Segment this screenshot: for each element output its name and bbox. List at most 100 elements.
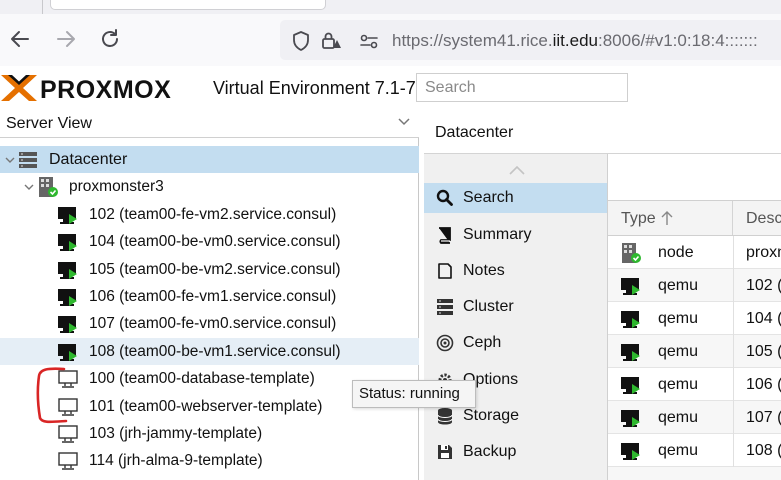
nav-item-search[interactable]: Search [424,183,607,213]
tree-item-label: 108 (team00-be-vm1.service.consul) [89,342,341,360]
vm-running-icon [621,443,640,460]
search-input[interactable] [416,73,628,102]
tree-item-vm[interactable]: 104 (team00-be-vm0.service.consul) [0,228,419,255]
column-divider [733,302,734,335]
vm-running-icon [58,289,77,306]
grid-cell-type: qemu [658,310,699,327]
nav-item-backup[interactable]: Backup [424,437,607,467]
vm-running-icon [621,344,640,361]
browser-tab[interactable] [50,0,326,10]
nav-item-label: Ceph [463,334,502,351]
grid-row[interactable]: qemu 102 ( [608,269,781,302]
grid-row[interactable]: qemu 108 ( [608,434,781,467]
search-icon [436,189,453,206]
browser-window: https://system41.rice.iit.edu:8006/#v1:0… [0,0,781,480]
grid-cell-description: 105 ( [746,343,781,360]
vm-running-icon [58,261,77,279]
grid-cell-type: qemu [658,343,699,360]
vm-running-icon [621,410,640,427]
grid-cell-description: 104 ( [746,310,781,327]
tree-item-vm[interactable]: 107 (team00-fe-vm0.service.consul) [0,310,419,337]
collapse-icon[interactable] [23,181,35,193]
view-selector[interactable]: Server View [0,110,419,138]
tree-item-label: 101 (team00-webserver-template) [89,397,323,415]
grid-cell-type: qemu [658,442,699,459]
view-selector-label: Server View [6,115,92,132]
grid-toolbar [608,154,781,200]
lock-warning-icon[interactable] [320,30,342,52]
floppy-icon [438,445,452,459]
tree-item-label: 106 (team00-fe-vm1.service.consul) [89,288,337,305]
collapse-icon[interactable] [4,154,16,166]
grid-row[interactable]: node proxm [608,236,781,269]
nav-item-notes[interactable]: Notes [424,256,607,286]
tree-item-label: proxmonster3 [69,178,164,196]
column-divider [733,368,734,401]
grid-cell-type: qemu [658,376,699,393]
arrow-right-icon [57,31,75,47]
grid-header: Type Desc [608,200,781,236]
node-online-icon [39,177,58,198]
reload-icon [102,29,118,47]
tree-item-label: 104 (team00-be-vm0.service.consul) [89,233,341,251]
nav-item-label: Summary [463,226,532,243]
grid-row[interactable]: qemu 107 ( [608,401,781,434]
tree-item-vm[interactable]: 102 (team00-fe-vm2.service.consul) [0,201,419,228]
scroll-up-icon[interactable] [508,164,526,176]
column-divider [733,335,734,368]
forward-button[interactable] [54,26,78,52]
url-suffix: :8006/#v1:0:18:4::::::: [598,31,758,50]
grid-cell-description: proxm [746,244,781,261]
grid-cell-description: 102 ( [746,277,781,294]
tree-item-label: 105 (team00-be-vm2.service.consul) [89,260,341,278]
content-title: Datacenter [435,124,514,141]
tree-item-label: 103 (jrh-jammy-template) [89,425,263,442]
nav-item-cluster[interactable]: Cluster [424,292,607,322]
nav-item-label: Cluster [463,298,514,315]
column-divider [733,236,734,269]
tree-item-node[interactable]: proxmonster3 [0,173,419,200]
datacenter-nav: Search Summary Notes Cluster Ceph Option… [424,154,607,480]
grid-row[interactable]: qemu 106 ( [608,368,781,401]
resource-tree-panel: Server View Datacenter proxmonster3 102 … [0,110,419,480]
tree-item-datacenter[interactable]: Datacenter [0,146,419,174]
grid-cell-type: node [658,244,694,261]
permissions-icon[interactable] [358,30,380,52]
arrow-left-icon [11,31,29,47]
status-tooltip: Status: running [352,380,476,408]
search-results-grid: Type Desc node proxm qemu 102 ( qemu 104… [607,154,781,480]
vm-running-icon [58,206,77,224]
tree-item-vm[interactable]: 106 (team00-fe-vm1.service.consul) [0,283,419,310]
nav-item-summary[interactable]: Summary [424,220,607,250]
column-divider [733,401,734,434]
tree-item-vm[interactable]: 105 (team00-be-vm2.service.consul) [0,256,419,283]
column-header-description[interactable]: Desc [734,201,781,235]
vm-template-icon [58,370,78,388]
tree-item-template[interactable]: 103 (jrh-jammy-template) [0,420,419,447]
nav-item-label: Storage [463,407,520,424]
url-text[interactable]: https://system41.rice.iit.edu:8006/#v1:0… [392,30,758,52]
grid-row[interactable]: qemu 105 ( [608,335,781,368]
reload-button[interactable] [98,26,122,52]
proxmox-x-mark-icon [1,75,37,101]
shield-icon[interactable] [290,30,312,52]
proxmox-logo[interactable]: PROXMOX [0,72,210,104]
browser-tab-strip [0,0,781,14]
grid-row-partial[interactable] [608,467,781,480]
sort-ascending-icon [661,211,673,225]
grid-cell-description: 106 ( [746,376,781,393]
vm-running-icon [58,234,77,252]
tree-item-vm[interactable]: 108 (team00-be-vm1.service.consul) [0,337,419,366]
url-bar[interactable]: https://system41.rice.iit.edu:8006/#v1:0… [280,20,781,60]
url-host: iit.edu [552,31,598,50]
nav-item-ceph[interactable]: Ceph [424,328,607,358]
column-header-label: Desc [746,210,781,227]
tree-item-template[interactable]: 114 (jrh-alma-9-template) [0,447,419,474]
back-button[interactable] [8,26,32,52]
tab-separator [42,0,43,14]
grid-cell-description: 107 ( [746,409,781,426]
chevron-down-icon [398,118,410,126]
grid-row[interactable]: qemu 104 ( [608,302,781,335]
url-prefix: https://system41.rice. [392,31,553,50]
column-header-type[interactable]: Type [608,201,733,235]
